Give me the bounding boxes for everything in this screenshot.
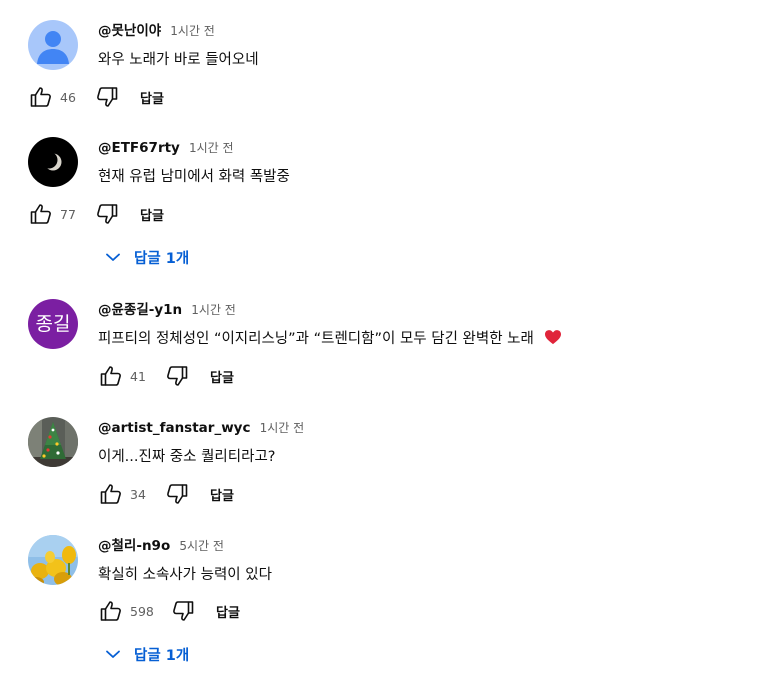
heart-emoji-icon — [545, 330, 562, 345]
comment-body: @윤종길-y1n 1시간 전 피프티의 정체성인 “이지리스닝”과 “트렌디함”… — [98, 299, 748, 350]
like-count: 77 — [60, 206, 76, 222]
comment-actions: 41 답글 — [98, 363, 234, 389]
comment-text: 현재 유럽 남미에서 화력 폭발중 — [98, 169, 290, 185]
comment-text: 확실히 소속사가 능력이 있다 — [98, 567, 272, 583]
like-count: 34 — [130, 486, 146, 502]
avatar-initials: 종길 — [35, 313, 71, 335]
avatar[interactable] — [28, 417, 78, 467]
comment-time[interactable]: 1시간 전 — [170, 24, 215, 38]
dislike-button[interactable] — [170, 598, 196, 624]
comment-text: 피프티의 정체성인 “이지리스닝”과 “트렌디함”이 모두 담긴 완벽한 노래 — [98, 328, 748, 350]
like-count: 46 — [60, 89, 76, 105]
like-button[interactable] — [28, 84, 54, 110]
comment-text: 와우 노래가 바로 들어오네 — [98, 52, 259, 68]
comment-body: @못난이야 1시간 전 와우 노래가 바로 들어오네 — [98, 20, 748, 71]
view-replies-button[interactable]: 답글 1개 — [98, 246, 189, 268]
avatar[interactable]: 종길 — [28, 299, 78, 349]
comment-body: @ETF67rty 1시간 전 현재 유럽 남미에서 화력 폭발중 — [98, 137, 748, 188]
thumbs-down-icon — [173, 601, 194, 621]
comment-time[interactable]: 1시간 전 — [260, 421, 305, 435]
thumbs-down-icon — [167, 484, 188, 504]
comment-header: @artist_fanstar_wyc 1시간 전 — [98, 417, 748, 437]
comment-author[interactable]: @윤종길-y1n — [98, 302, 182, 318]
view-replies-label: 답글 1개 — [134, 250, 190, 267]
avatar[interactable] — [28, 137, 78, 187]
like-count: 598 — [130, 603, 154, 619]
comment-header: @못난이야 1시간 전 — [98, 20, 748, 40]
like-count: 41 — [130, 368, 146, 384]
comment-header: @윤종길-y1n 1시간 전 — [98, 299, 748, 319]
dislike-button[interactable] — [94, 201, 120, 227]
reply-button[interactable]: 답글 — [216, 602, 240, 621]
like-button[interactable] — [28, 201, 54, 227]
comment-header: @ETF67rty 1시간 전 — [98, 137, 748, 157]
comment-time[interactable]: 1시간 전 — [189, 141, 234, 155]
reply-button[interactable]: 답글 — [210, 367, 234, 386]
like-button[interactable] — [98, 481, 124, 507]
comment-actions: 598 답글 — [98, 598, 240, 624]
thumbs-up-icon — [100, 366, 121, 386]
chevron-down-icon — [106, 253, 120, 261]
like-button[interactable] — [98, 363, 124, 389]
dislike-button[interactable] — [164, 363, 190, 389]
thumbs-up-icon — [100, 601, 121, 621]
thumbs-down-icon — [167, 366, 188, 386]
thumbs-up-icon — [100, 484, 121, 504]
thumbs-down-icon — [97, 204, 118, 224]
avatar[interactable] — [28, 535, 78, 585]
comment-actions: 77 답글 — [28, 201, 164, 227]
dislike-button[interactable] — [164, 481, 190, 507]
chevron-down-icon — [106, 650, 120, 658]
comment-time[interactable]: 5시간 전 — [179, 539, 224, 553]
thumbs-down-icon — [97, 87, 118, 107]
comment-author[interactable]: @못난이야 — [98, 23, 161, 39]
dislike-button[interactable] — [94, 84, 120, 110]
avatar[interactable] — [28, 20, 78, 70]
thumbs-up-icon — [30, 87, 51, 107]
comment-actions: 46 답글 — [28, 84, 164, 110]
comment-text-content: 피프티의 정체성인 “이지리스닝”과 “트렌디함”이 모두 담긴 완벽한 노래 — [98, 331, 534, 347]
view-replies-button[interactable]: 답글 1개 — [98, 643, 189, 665]
comment-author[interactable]: @ETF67rty — [98, 140, 180, 156]
reply-button[interactable]: 답글 — [140, 88, 164, 107]
comment-text: 이게...진짜 중소 퀄리티라고? — [98, 449, 276, 465]
reply-button[interactable]: 답글 — [140, 205, 164, 224]
comment-time[interactable]: 1시간 전 — [191, 303, 236, 317]
view-replies-label: 답글 1개 — [134, 647, 190, 664]
comment-header: @철리-n9o 5시간 전 — [98, 535, 748, 555]
comment-author[interactable]: @artist_fanstar_wyc — [98, 420, 250, 436]
comment-actions: 34 답글 — [98, 481, 234, 507]
reply-button[interactable]: 답글 — [210, 485, 234, 504]
comment-author[interactable]: @철리-n9o — [98, 538, 170, 554]
comment-body: @철리-n9o 5시간 전 확실히 소속사가 능력이 있다 — [98, 535, 748, 586]
comment-body: @artist_fanstar_wyc 1시간 전 이게...진짜 중소 퀄리티… — [98, 417, 748, 468]
like-button[interactable] — [98, 598, 124, 624]
thumbs-up-icon — [30, 204, 51, 224]
